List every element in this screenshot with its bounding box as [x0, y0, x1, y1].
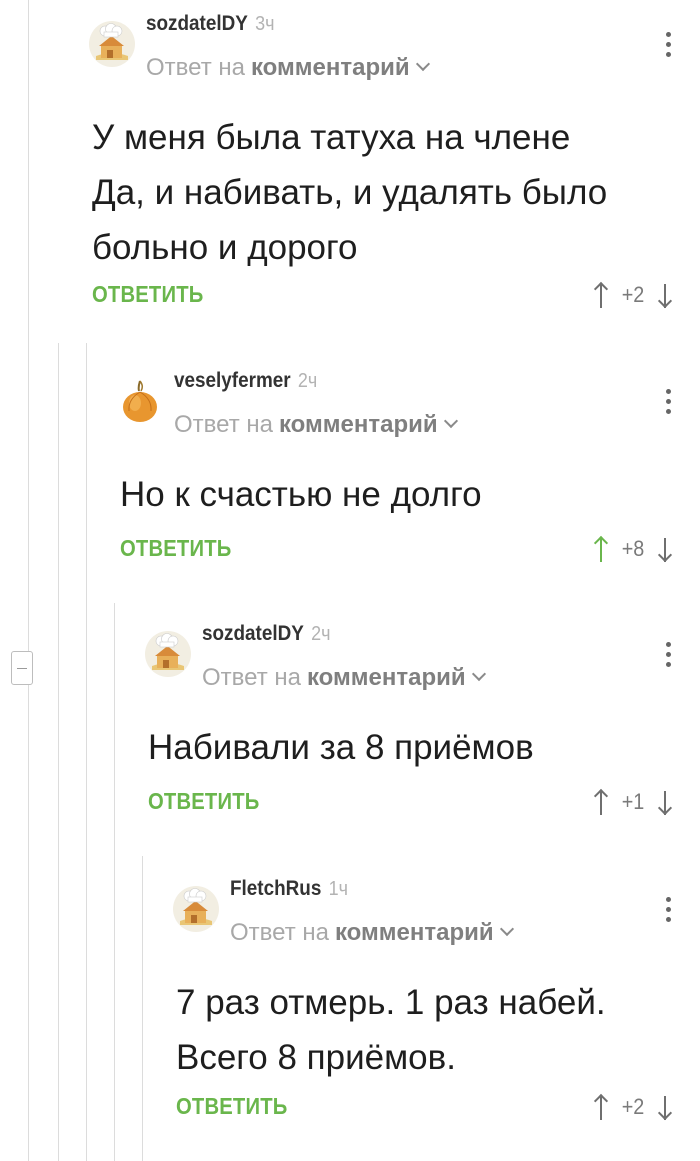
- reply-target[interactable]: комментарий: [251, 54, 410, 81]
- reply-to-link[interactable]: Ответ на комментарий: [174, 411, 458, 439]
- timestamp: 2ч: [297, 370, 318, 392]
- comment-line: Да, и набивать, и удалять было: [92, 173, 608, 212]
- timestamp: 3ч: [255, 13, 275, 35]
- avatar[interactable]: [144, 630, 192, 678]
- reply-button[interactable]: ОТВЕТИТЬ: [120, 535, 231, 562]
- score: +8: [621, 536, 645, 561]
- username[interactable]: veselyfermer 2ч: [174, 369, 317, 393]
- thread-line-level2: [86, 343, 87, 1161]
- chevron-down-icon[interactable]: [415, 56, 430, 72]
- comment-line: Но к счастью не долго: [120, 475, 482, 514]
- chevron-down-icon[interactable]: [499, 921, 514, 937]
- reply-target[interactable]: комментарий: [279, 411, 438, 438]
- username-text[interactable]: sozdatelDY: [202, 622, 304, 645]
- arrow-up-icon[interactable]: [594, 1093, 608, 1121]
- username[interactable]: sozdatelDY 2ч: [202, 622, 330, 646]
- score: +2: [621, 1094, 645, 1119]
- chef-house-avatar-icon: [173, 886, 219, 932]
- score: +1: [621, 789, 645, 814]
- collapse-thread-button[interactable]: [11, 651, 33, 685]
- chef-house-avatar-icon: [89, 21, 135, 67]
- reply-button[interactable]: ОТВЕТИТЬ: [92, 281, 203, 308]
- vote-controls: +8: [594, 532, 672, 566]
- thread-line-level3: [114, 603, 115, 1161]
- thread-line-level4: [142, 856, 143, 1161]
- reply-target[interactable]: комментарий: [335, 919, 494, 946]
- arrow-down-icon[interactable]: [658, 1093, 672, 1121]
- vertical-dots-icon[interactable]: [666, 32, 672, 62]
- username-text[interactable]: FletchRus: [230, 877, 321, 900]
- reply-button[interactable]: ОТВЕТИТЬ: [176, 1093, 287, 1120]
- chevron-down-icon[interactable]: [443, 413, 458, 429]
- arrow-down-icon[interactable]: [658, 788, 672, 816]
- reply-to-link[interactable]: Ответ на комментарий: [146, 54, 430, 82]
- thread-line-level1: [58, 343, 59, 1161]
- vote-controls: +1: [594, 785, 672, 819]
- arrow-down-icon[interactable]: [658, 535, 672, 563]
- chef-house-avatar-icon: [145, 631, 191, 677]
- comment-line: 7 раз отмерь. 1 раз набей.: [176, 983, 606, 1022]
- avatar[interactable]: [116, 377, 164, 425]
- reply-prefix: Ответ на: [230, 919, 329, 946]
- avatar[interactable]: [88, 20, 136, 68]
- comment-line: Всего 8 приёмов.: [176, 1038, 456, 1077]
- thread-line-root: [28, 0, 29, 1161]
- reply-prefix: Ответ на: [174, 411, 273, 438]
- arrow-up-icon[interactable]: [594, 535, 608, 563]
- score: +2: [621, 282, 645, 307]
- vote-controls: +2: [594, 278, 672, 312]
- avatar[interactable]: [172, 885, 220, 933]
- comment-body: 7 раз отмерь. 1 раз набей. Всего 8 приём…: [176, 975, 606, 1085]
- vote-controls: +2: [594, 1090, 672, 1124]
- comment: sozdatelDY 2ч Ответ на комментарий Набивал…: [144, 610, 700, 830]
- reply-to-link[interactable]: Ответ на комментарий: [230, 919, 514, 947]
- comment: sozdatelDY 3ч Ответ на комментарий У меня …: [88, 0, 700, 330]
- username-text[interactable]: sozdatelDY: [146, 12, 248, 35]
- comment-body: У меня была татуха на члене Да, и набива…: [92, 110, 607, 275]
- vertical-dots-icon[interactable]: [666, 642, 672, 672]
- comment-line: Набивали за 8 приёмов: [148, 728, 534, 767]
- vertical-dots-icon[interactable]: [666, 897, 672, 927]
- arrow-up-icon[interactable]: [594, 788, 608, 816]
- vertical-dots-icon[interactable]: [666, 389, 672, 419]
- comment: FletchRus 1ч Ответ на комментарий 7 раз от…: [172, 865, 700, 1161]
- reply-prefix: Ответ на: [146, 54, 245, 81]
- arrow-down-icon[interactable]: [658, 281, 672, 309]
- timestamp: 1ч: [328, 878, 348, 900]
- reply-prefix: Ответ на: [202, 664, 301, 691]
- comment: veselyfermer 2ч Ответ на комментарий Но к …: [116, 357, 700, 577]
- username[interactable]: FletchRus 1ч: [230, 877, 348, 901]
- comment-body: Но к счастью не долго: [120, 467, 482, 522]
- reply-to-link[interactable]: Ответ на комментарий: [202, 664, 486, 692]
- username-text[interactable]: veselyfermer: [174, 369, 291, 392]
- timestamp: 2ч: [311, 623, 331, 645]
- reply-button[interactable]: ОТВЕТИТЬ: [148, 788, 259, 815]
- reply-target[interactable]: комментарий: [307, 664, 466, 691]
- comment-line: больно и дорого: [92, 228, 358, 267]
- onion-avatar-icon: [123, 380, 157, 422]
- arrow-up-icon[interactable]: [594, 281, 608, 309]
- comment-line: У меня была татуха на члене: [92, 118, 571, 157]
- comment-body: Набивали за 8 приёмов: [148, 720, 534, 775]
- chevron-down-icon[interactable]: [471, 666, 486, 682]
- username[interactable]: sozdatelDY 3ч: [146, 12, 274, 36]
